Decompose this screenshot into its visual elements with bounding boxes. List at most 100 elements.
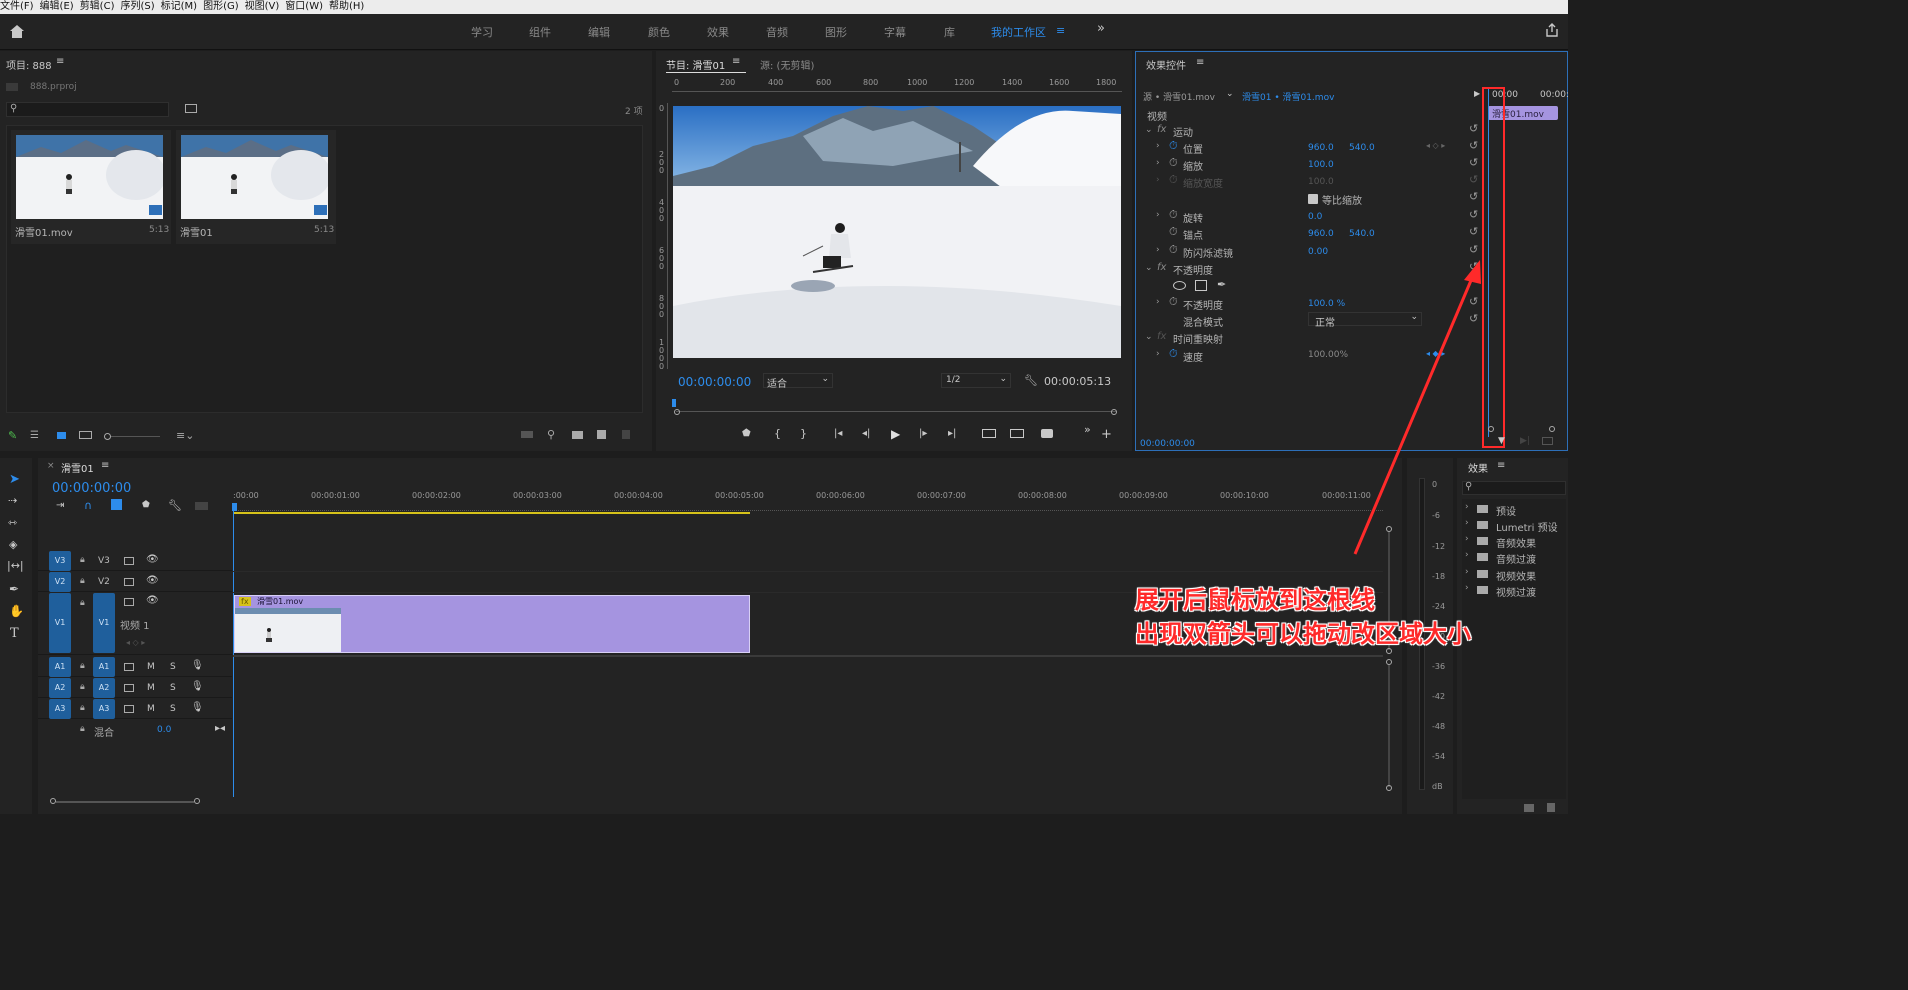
effect-controls-menu-icon[interactable]: ≡	[1196, 57, 1204, 68]
automate-icon[interactable]	[521, 431, 533, 438]
play-icon[interactable]: ▶	[891, 427, 900, 441]
find-icon[interactable]: ⚲	[547, 428, 555, 441]
position-x[interactable]: 960.0	[1308, 143, 1334, 153]
source-tab[interactable]: 源: (无剪辑)	[760, 57, 814, 72]
timeline-menu-icon[interactable]: ≡	[101, 460, 109, 471]
sequence-tab[interactable]: 滑雪01	[61, 460, 94, 475]
zoom-slider-knob[interactable]	[104, 433, 111, 440]
src-patch-v1[interactable]: V1	[49, 593, 71, 653]
audio-v-scrollbar[interactable]	[1388, 665, 1390, 787]
rect-mask-icon[interactable]	[1195, 280, 1207, 291]
ws-learn[interactable]: 学习	[471, 24, 493, 40]
time-ruler[interactable]	[233, 505, 1383, 511]
ws-audio[interactable]: 音频	[766, 24, 788, 40]
stopwatch-icon[interactable]: ⏱︎	[1169, 347, 1178, 361]
settings-wrench-icon[interactable]: 🔧︎	[168, 499, 182, 512]
linked-selection-icon[interactable]	[111, 499, 122, 510]
menu-marker[interactable]: 标记(M)	[161, 0, 203, 14]
stopwatch-icon[interactable]: ⏱︎	[1169, 208, 1178, 222]
src-patch-a3[interactable]: A3	[49, 699, 71, 719]
sync-lock-icon[interactable]	[124, 598, 134, 606]
go-to-end-icon[interactable]: ▸◂	[215, 723, 225, 734]
more-buttons-icon[interactable]: »	[1084, 423, 1091, 436]
project-item[interactable]: 滑雪01.mov 5:13	[11, 130, 171, 244]
menu-help[interactable]: 帮助(H)	[329, 0, 370, 14]
stopwatch-icon[interactable]: ⏱︎	[1169, 295, 1178, 309]
sync-lock-icon[interactable]	[124, 684, 134, 692]
flicker-value[interactable]: 0.00	[1308, 247, 1328, 257]
h-scrollbar[interactable]	[56, 801, 194, 803]
wrench-icon[interactable]: 🔧︎	[1024, 374, 1038, 387]
fx-badge[interactable]: fx	[239, 597, 251, 606]
project-menu-icon[interactable]: ≡	[56, 56, 64, 67]
new-bin-icon[interactable]	[185, 104, 197, 113]
play-triangle-icon[interactable]: ▶	[1474, 89, 1480, 98]
chevron-down-icon[interactable]: ⌄	[1226, 89, 1234, 99]
mic-icon[interactable]: 🎙︎	[191, 660, 204, 671]
sequence-clip[interactable]: 滑雪01 • 滑雪01.mov	[1242, 90, 1334, 103]
effects-folder[interactable]: › 音频效果	[1462, 534, 1566, 550]
effects-title[interactable]: 效果	[1468, 460, 1488, 475]
chevron-right-icon[interactable]: ›	[1156, 141, 1160, 151]
src-patch-a2[interactable]: A2	[49, 678, 71, 698]
new-bin-folder-icon[interactable]	[572, 431, 583, 439]
sort-icon[interactable]: ≡⌄	[176, 429, 194, 442]
more-workspaces-icon[interactable]: »	[1097, 21, 1105, 36]
sync-lock-icon[interactable]	[124, 578, 134, 586]
eye-icon[interactable]: 👁︎	[146, 575, 159, 586]
ellipse-mask-icon[interactable]	[1173, 281, 1186, 290]
home-icon[interactable]	[9, 24, 25, 39]
effects-folder[interactable]: › 视频效果	[1462, 567, 1566, 583]
extract-icon[interactable]	[1010, 429, 1024, 438]
mic-icon[interactable]: 🎙︎	[191, 681, 204, 692]
add-marker-icon[interactable]: ⬟	[142, 500, 150, 510]
track-label[interactable]: V3	[98, 556, 110, 566]
chevron-down-icon[interactable]: ⌄	[1145, 125, 1153, 135]
track-target-v1[interactable]: V1	[93, 593, 115, 653]
src-patch-v3[interactable]: V3	[49, 551, 71, 571]
trash-icon[interactable]	[622, 430, 630, 439]
menu-clip[interactable]: 剪辑(C)	[80, 0, 121, 14]
hand-tool-icon[interactable]: ✋	[9, 604, 24, 618]
ws-color[interactable]: 颜色	[648, 24, 670, 40]
share-icon[interactable]	[1545, 23, 1559, 37]
v-scroll-handle[interactable]	[1386, 785, 1392, 791]
mark-out-icon[interactable]: }	[800, 427, 807, 440]
timeline-timecode[interactable]: 00:00:00:00	[52, 481, 131, 496]
solo-button[interactable]: S	[170, 662, 176, 672]
anchor-y[interactable]: 540.0	[1349, 229, 1375, 239]
program-timecode[interactable]: 00:00:00:00	[678, 375, 751, 389]
reset-icon[interactable]: ↺	[1469, 156, 1478, 169]
effects-search-input[interactable]: ⚲	[1462, 481, 1566, 495]
eye-icon[interactable]: 👁︎	[146, 595, 159, 606]
chevron-right-icon[interactable]: ›	[1156, 349, 1160, 359]
button-editor-icon[interactable]: +	[1101, 427, 1112, 442]
ws-captions[interactable]: 字幕	[884, 24, 906, 40]
mic-icon[interactable]: 🎙︎	[191, 702, 204, 713]
reset-icon[interactable]: ↺	[1469, 122, 1478, 135]
menu-edit[interactable]: 编辑(E)	[40, 0, 80, 14]
razor-icon[interactable]: ◈	[9, 538, 17, 551]
track-select-icon[interactable]: ⇢	[8, 494, 17, 507]
track-target-a2[interactable]: A2	[93, 678, 115, 698]
work-area-bar[interactable]	[233, 512, 750, 514]
eye-icon[interactable]: 👁︎	[146, 554, 159, 565]
ws-effects[interactable]: 效果	[707, 24, 729, 40]
speed-value[interactable]: 100.00%	[1308, 350, 1348, 360]
lift-icon[interactable]	[982, 429, 996, 438]
project-title[interactable]: 项目: 888	[6, 57, 52, 72]
camera-icon[interactable]	[1041, 429, 1053, 438]
ws-menu-icon[interactable]: ≡	[1056, 24, 1065, 37]
ws-assembly[interactable]: 组件	[529, 24, 551, 40]
chevron-right-icon[interactable]: ›	[1156, 245, 1160, 255]
ec-timecode[interactable]: 00:00:00:00	[1140, 439, 1195, 449]
track-label[interactable]: V2	[98, 577, 110, 587]
ec-zoom-handle[interactable]	[1549, 426, 1555, 432]
ws-edit[interactable]: 编辑	[588, 24, 610, 40]
fx-icon[interactable]: fx	[1157, 124, 1166, 135]
reset-icon[interactable]: ↺	[1469, 190, 1478, 203]
pen-mask-icon[interactable]: ✒	[1217, 278, 1226, 291]
chevron-down-icon[interactable]: ⌄	[1145, 263, 1153, 273]
filter-icon[interactable]: ▼	[1498, 436, 1505, 446]
project-search-input[interactable]: ⚲	[6, 102, 169, 117]
